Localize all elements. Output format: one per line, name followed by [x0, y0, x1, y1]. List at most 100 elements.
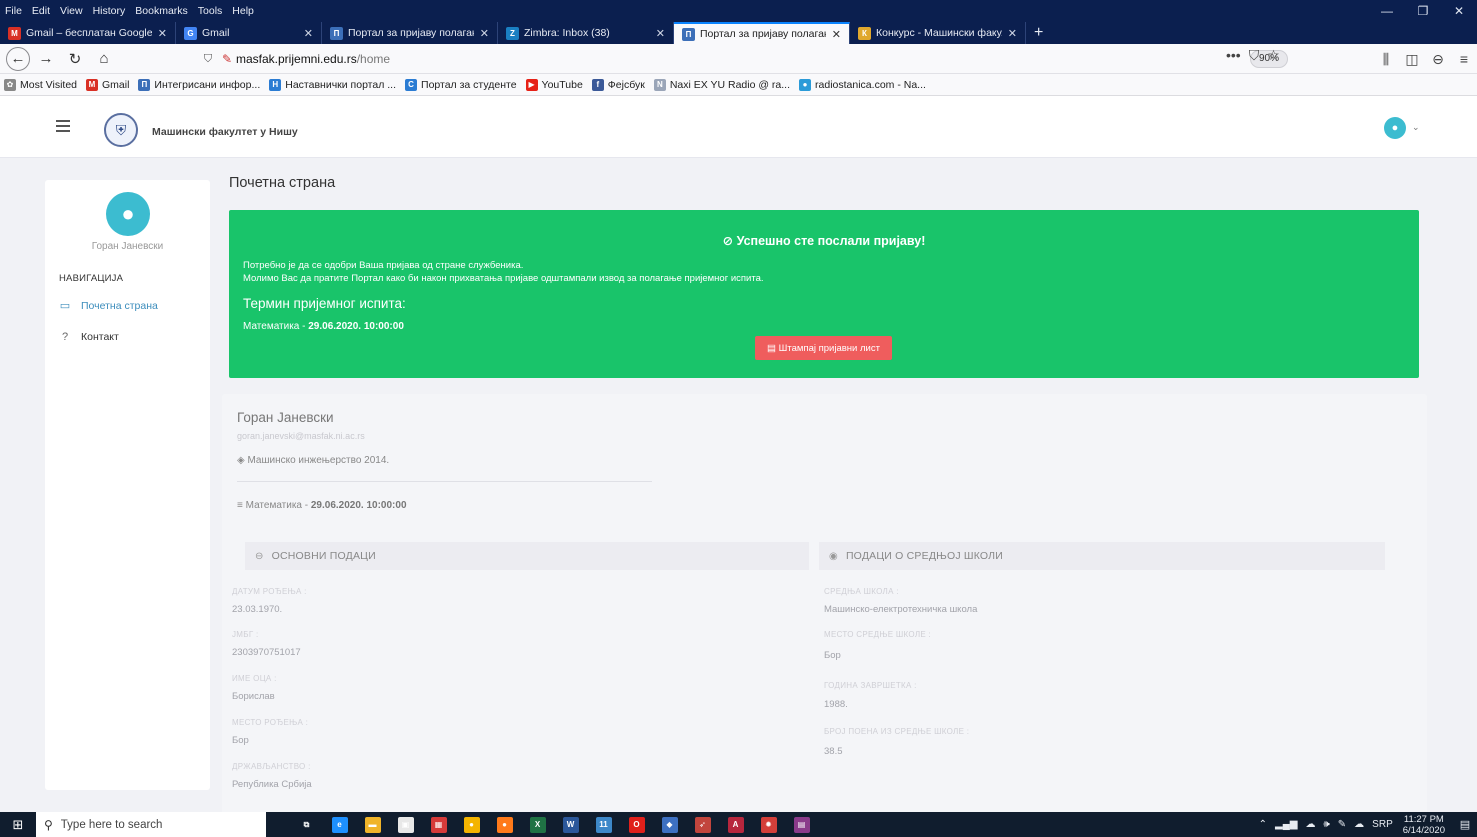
browser-tab[interactable]: G Gmail ✕ — [176, 22, 322, 44]
taskbar-app-winrar[interactable]: ▤ — [785, 812, 818, 837]
basic-data-heading: ⊖ ОСНОВНИ ПОДАЦИ — [245, 542, 809, 570]
bookmark-item[interactable]: С Портал за студенте — [405, 78, 517, 91]
page-actions-button[interactable]: ••• — [1226, 47, 1241, 64]
bookmark-item[interactable]: ✿ Most Visited — [4, 78, 77, 91]
bookmark-label: radiostanica.com - Na... — [815, 78, 926, 91]
taskbar-app-store[interactable]: ▣ — [389, 812, 422, 837]
sidebar-toggle-icon[interactable]: ◫ — [1399, 51, 1425, 68]
taskbar-app-chrome[interactable]: ● — [455, 812, 488, 837]
address-bar[interactable]: ⛉ ✎ masfak.prijemni.edu.rs/home 90% — [198, 47, 1288, 71]
back-button[interactable]: ← — [6, 46, 30, 71]
close-tab-icon[interactable]: ✕ — [656, 27, 665, 40]
start-button[interactable]: ⊞ — [0, 812, 36, 837]
browser-tab[interactable]: К Конкурс - Машински факулт ✕ — [850, 22, 1026, 44]
url-path: /home — [356, 52, 391, 66]
exam-subject: Математика - — [243, 321, 309, 332]
browser-tab[interactable]: П Портал за пријаву полагања ✕ — [674, 22, 850, 44]
field-label: СРЕДЊА ШКОЛА : — [824, 587, 899, 596]
user-avatar[interactable]: ● — [1384, 117, 1406, 139]
arrow-right-icon: → — [38, 50, 54, 67]
bookmark-item[interactable]: f Фејсбук — [591, 78, 645, 91]
pen-icon[interactable]: ✎ — [1338, 819, 1346, 830]
bookmark-favicon-icon: ● — [799, 78, 812, 91]
taskbar-app-file-explorer[interactable]: ▬ — [356, 812, 389, 837]
close-tab-icon[interactable]: ✕ — [158, 27, 167, 40]
menu-bookmarks[interactable]: Bookmarks — [130, 5, 193, 17]
bookmark-item[interactable]: П Интегрисани инфор... — [138, 78, 260, 91]
browser-tab[interactable]: Z Zimbra: Inbox (38) ✕ — [498, 22, 674, 44]
maximize-button[interactable]: ❐ — [1405, 0, 1441, 22]
menu-file[interactable]: File — [0, 5, 27, 17]
reload-button[interactable]: ↻ — [62, 46, 88, 72]
url-actions: ••• ⛉ ☆ — [1226, 47, 1280, 64]
browser-tab[interactable]: П Портал за пријаву полагања ✕ — [322, 22, 498, 44]
language-indicator[interactable]: SRP — [1372, 819, 1393, 830]
bookmark-item[interactable]: ▶ YouTube — [525, 78, 583, 91]
menu-history[interactable]: History — [88, 5, 131, 17]
bookmark-item[interactable]: M Gmail — [86, 78, 129, 91]
tab-title: Gmail — [202, 27, 230, 39]
pocket-icon[interactable]: ⛉ — [1249, 47, 1260, 64]
menu-view[interactable]: View — [55, 5, 88, 17]
chrome-icon: ● — [463, 816, 480, 833]
bookmark-item[interactable]: Н Наставнички портал ... — [269, 78, 396, 91]
tab-title: Zimbra: Inbox (38) — [524, 27, 610, 39]
taskbar-app-task-view[interactable]: ⧉ — [290, 812, 323, 837]
menu-tools[interactable]: Tools — [193, 5, 228, 17]
taskbar-app-firefox[interactable]: ● — [488, 812, 521, 837]
file-icon: ▤ — [767, 342, 779, 354]
notifications-icon[interactable]: ▤ — [1453, 812, 1477, 837]
network-icon[interactable]: ▂▄▆ — [1275, 819, 1297, 830]
home-button[interactable]: ⌂ — [91, 46, 117, 72]
school-heading-text: ПОДАЦИ О СРЕДЊОЈ ШКОЛИ — [845, 550, 1004, 562]
hamburger-menu-icon[interactable]: ≡ — [1451, 51, 1477, 67]
field-value: Република Србија — [232, 779, 312, 790]
field-value: 23.03.1970. — [232, 604, 283, 615]
school-data-heading: ◉ ПОДАЦИ О СРЕДЊОЈ ШКОЛИ — [819, 542, 1385, 570]
taskbar-app-opera[interactable]: O — [620, 812, 653, 837]
print-application-button[interactable]: ▤ Штампај пријавни лист — [755, 336, 892, 360]
bookmark-favicon-icon: ▶ — [525, 78, 538, 91]
tracking-shield-icon[interactable]: ⛉ — [198, 53, 218, 66]
close-tab-icon[interactable]: ✕ — [480, 27, 489, 40]
bookmark-item[interactable]: ● radiostanica.com - Na... — [799, 78, 926, 91]
clock[interactable]: 11:27 PM 6/14/2020 — [1403, 814, 1445, 836]
pinned-apps: ⧉ e ▬ ▣ ▦ ● ● X W 11 O ◆ ➶ A ✹ ▤ — [290, 812, 818, 837]
bookmark-label: Most Visited — [20, 78, 77, 91]
bookmark-star-icon[interactable]: ☆ — [1267, 47, 1280, 64]
menu-toggle-icon[interactable] — [56, 120, 70, 132]
chevron-up-icon[interactable]: ⌃ — [1259, 819, 1267, 830]
onedrive-icon[interactable]: ☁ — [1354, 819, 1364, 830]
menu-edit[interactable]: Edit — [27, 5, 55, 17]
sidebar-item-home[interactable]: ▭ Почетна страна — [59, 299, 158, 313]
taskbar-app-access[interactable]: A — [719, 812, 752, 837]
taskbar-app-edge[interactable]: e — [323, 812, 356, 837]
close-tab-icon[interactable]: ✕ — [832, 28, 841, 41]
menu-help[interactable]: Help — [227, 5, 259, 17]
browser-tab[interactable]: M Gmail – бесплатан Google ме ✕ — [0, 22, 176, 44]
new-tab-button[interactable]: + — [1026, 22, 1051, 44]
account-icon[interactable]: ⊖ — [1425, 51, 1451, 68]
chevron-down-icon[interactable]: ⌄ — [1412, 122, 1420, 133]
close-tab-icon[interactable]: ✕ — [304, 27, 313, 40]
library-icon[interactable]: ⫼ — [1373, 51, 1399, 68]
taskbar-app-excel[interactable]: X — [521, 812, 554, 837]
faculty-logo[interactable]: ⛨ — [104, 113, 138, 147]
forward-button[interactable]: → — [33, 46, 59, 72]
cloud-icon[interactable]: ☁ — [1305, 819, 1315, 830]
close-tab-icon[interactable]: ✕ — [1008, 27, 1017, 40]
taskbar-app-mail[interactable]: 11 — [587, 812, 620, 837]
volume-icon[interactable]: 🕪 — [1323, 819, 1329, 830]
brand-name[interactable]: Машински факултет у Нишу — [152, 126, 298, 138]
minimize-button[interactable]: — — [1369, 0, 1405, 22]
taskbar-app-app-red[interactable]: ▦ — [422, 812, 455, 837]
close-window-button[interactable]: ✕ — [1441, 0, 1477, 22]
taskbar-app-app-blue[interactable]: ◆ — [653, 812, 686, 837]
taskbar-app-app-rocket[interactable]: ➶ — [686, 812, 719, 837]
taskbar-search[interactable]: ⚲ Type here to search — [36, 812, 266, 837]
bookmark-item[interactable]: N Naxi EX YU Radio @ ra... — [653, 78, 790, 91]
reload-icon: ↻ — [68, 50, 82, 68]
sidebar-item-contact[interactable]: ? Контакт — [59, 331, 119, 343]
taskbar-app-app-gear[interactable]: ✹ — [752, 812, 785, 837]
taskbar-app-word[interactable]: W — [554, 812, 587, 837]
